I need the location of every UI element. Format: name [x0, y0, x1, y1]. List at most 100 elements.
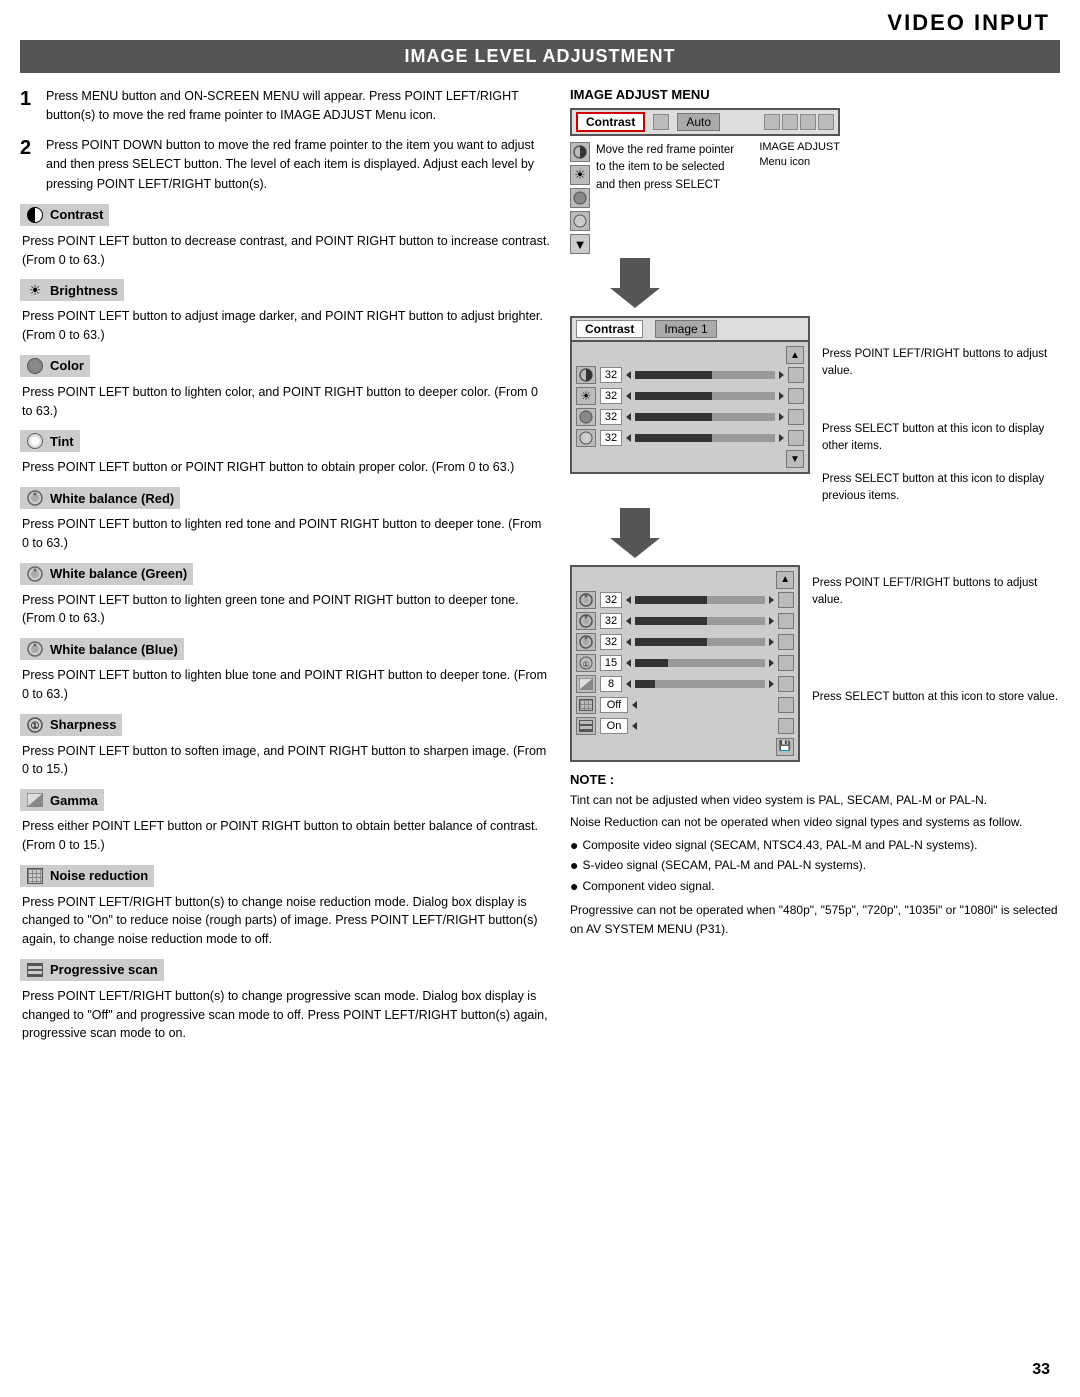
page-title: VIDEO INPUT	[887, 10, 1050, 35]
feature-wb-red: White balance (Red) Press POINT LEFT but…	[20, 487, 550, 553]
panel2-arrow-right-2	[769, 638, 774, 646]
progressive-scan-title: Progressive scan	[50, 962, 158, 977]
panel2-row1-icon	[576, 612, 596, 630]
nav-down-icon: ▼	[786, 450, 804, 468]
step-1-text: Press MENU button and ON-SCREEN MENU wil…	[46, 87, 550, 126]
progressive-scan-desc: Press POINT LEFT/RIGHT button(s) to chan…	[20, 987, 550, 1043]
panel2-row3-value: 15	[600, 655, 622, 671]
panel2-row2-track	[635, 638, 765, 646]
panel2: ▲ 32	[570, 565, 800, 762]
panel2-row2-icon	[576, 633, 596, 651]
menu-bar-btn-group	[764, 114, 834, 130]
panel1-row2-btn	[788, 409, 804, 425]
note-bullet-0: ● Composite video signal (SECAM, NTSC4.4…	[570, 836, 1060, 855]
panel1-row1-icon: ☀	[576, 387, 596, 405]
left-column: 1 Press MENU button and ON-SCREEN MENU w…	[20, 87, 550, 1053]
panel1-area: Contrast Image 1 ▲ 32	[570, 316, 1060, 506]
wb-blue-title: White balance (Blue)	[50, 642, 178, 657]
feature-noise-reduction: Noise reduction Press POINT LEFT/RIGHT b…	[20, 865, 550, 949]
feature-contrast: Contrast Press POINT LEFT button to decr…	[20, 204, 550, 270]
wb-green-title: White balance (Green)	[50, 566, 187, 581]
panel2-row3-track	[635, 659, 765, 667]
feature-wb-blue: White balance (Blue) Press POINT LEFT bu…	[20, 638, 550, 704]
sharpness-title: Sharpness	[50, 717, 116, 732]
panel2-row5-value: Off	[600, 697, 628, 713]
note-section: NOTE : Tint can not be adjusted when vid…	[570, 772, 1060, 939]
callout5: Press POINT LEFT/RIGHT buttons to adjust…	[812, 575, 1060, 610]
icon-row-3	[570, 188, 590, 208]
panel2-row0-btn	[778, 592, 794, 608]
callout4: Press SELECT button at this icon to disp…	[822, 471, 1060, 506]
color-desc: Press POINT LEFT button to lighten color…	[20, 383, 550, 421]
svg-text:①: ①	[582, 660, 589, 669]
svg-text:①: ①	[31, 721, 40, 732]
feature-progressive-scan: Progressive scan Press POINT LEFT/RIGHT …	[20, 959, 550, 1043]
panel1-row3-fill	[635, 434, 712, 442]
panel2-store-icon-row: 💾	[576, 738, 794, 756]
menu-bar-top: Contrast Auto	[570, 108, 840, 136]
image-adjust-menu-title: IMAGE ADJUST MENU	[570, 87, 1060, 102]
panel2-row-5: Off	[576, 696, 794, 714]
panel2-row3-icon: ①	[576, 654, 596, 672]
icon-row-2: ☀	[570, 165, 590, 185]
panel1-row-2: 32	[576, 408, 804, 426]
feature-brightness: ☀ Brightness Press POINT LEFT button to …	[20, 279, 550, 345]
panel2-row1-fill	[635, 617, 707, 625]
wb-red-desc: Press POINT LEFT button to lighten red t…	[20, 515, 550, 553]
wb-red-icon	[26, 489, 44, 507]
top-menu-area: Contrast Auto	[570, 108, 1060, 254]
callout1-text: Move the red frame pointer to the item t…	[596, 142, 734, 254]
panel2-arrow-left-5	[632, 701, 637, 709]
panel2-area: ▲ 32	[570, 565, 1060, 762]
panel1-row1-track	[635, 392, 775, 400]
panel1-row0-fill	[635, 371, 712, 379]
arrow-down-1	[610, 258, 1060, 314]
contrast-desc: Press POINT LEFT button to decrease cont…	[20, 232, 550, 270]
wb-blue-desc: Press POINT LEFT button to lighten blue …	[20, 666, 550, 704]
step-1-number: 1	[20, 87, 38, 126]
panel2-arrow-left-3	[626, 659, 631, 667]
panel2-row4-track	[635, 680, 765, 688]
sharpness-desc: Press POINT LEFT button to soften image,…	[20, 742, 550, 780]
panel2-arrow-right-3	[769, 659, 774, 667]
panel2-row5-icon	[576, 696, 596, 714]
sharpness-icon: ①	[26, 716, 44, 734]
arrow-left-icon2	[626, 392, 631, 400]
tint-icon	[26, 432, 44, 450]
wb-green-icon	[26, 565, 44, 583]
step-2: 2 Press POINT DOWN button to move the re…	[20, 136, 550, 194]
noise-reduction-title: Noise reduction	[50, 868, 148, 883]
icon-row-1	[570, 142, 590, 162]
panel2-row5-btn	[778, 697, 794, 713]
panel1-row0-value: 32	[600, 367, 622, 383]
panel2-arrow-right-1	[769, 617, 774, 625]
icon-column-area: ☀ ▼ Move the red frame pointer to the it…	[570, 140, 840, 254]
progressive-scan-icon	[26, 961, 44, 979]
noise-reduction-desc: Press POINT LEFT/RIGHT button(s) to chan…	[20, 893, 550, 949]
panel2-row0-value: 32	[600, 592, 622, 608]
arrow-right-icon4	[779, 434, 784, 442]
panel2-row4-icon	[576, 675, 596, 693]
panel2-row-2: 32	[576, 633, 794, 651]
panel1-row-0: 32	[576, 366, 804, 384]
panel2-arrow-right-0	[769, 596, 774, 604]
menu-btn-4	[818, 114, 834, 130]
page-number: 33	[1032, 1361, 1050, 1379]
feature-wb-green: White balance (Green) Press POINT LEFT b…	[20, 563, 550, 629]
panel1-row-3: 32	[576, 429, 804, 447]
panel1-row3-icon	[576, 429, 596, 447]
feature-color: Color Press POINT LEFT button to lighten…	[20, 355, 550, 421]
panel1-row0-icon	[576, 366, 596, 384]
panel1-row3-track	[635, 434, 775, 442]
nav-down: ▼	[576, 450, 804, 468]
panel1-row1-value: 32	[600, 388, 622, 404]
panel2-row6-icon	[576, 717, 596, 735]
panel2-row-4: 8	[576, 675, 794, 693]
menu-bar-auto-btn: Auto	[677, 113, 720, 131]
feature-tint: Tint Press POINT LEFT button or POINT RI…	[20, 430, 550, 477]
arrow-left-icon3	[626, 413, 631, 421]
nav-up: ▲	[576, 346, 804, 364]
brightness-icon: ☀	[26, 281, 44, 299]
arrow-right-icon2	[779, 392, 784, 400]
callout6: Press SELECT button at this icon to stor…	[812, 689, 1060, 706]
